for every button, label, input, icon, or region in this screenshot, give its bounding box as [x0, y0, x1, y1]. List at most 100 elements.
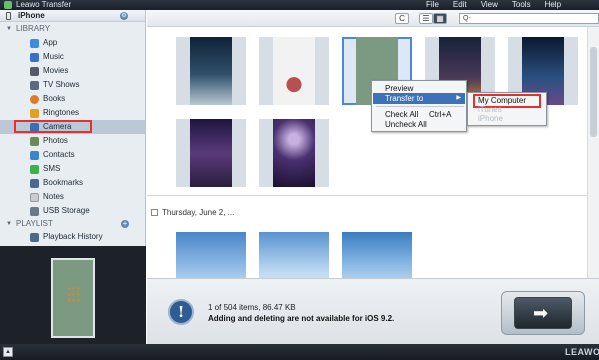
submenu-item-iphone: iPhone: [478, 114, 503, 123]
bottom-bar: ▲ LEAWO: [0, 344, 599, 360]
device-settings-icon[interactable]: ⚙: [120, 12, 128, 20]
menu-item-uncheck-all[interactable]: Uncheck All: [373, 119, 465, 130]
sidebar-item-music[interactable]: Music: [0, 50, 145, 64]
sidebar-item-tv-shows[interactable]: TV Shows: [0, 78, 145, 92]
photo-thumbnail[interactable]: [176, 37, 246, 105]
photo-image: [273, 37, 315, 105]
sidebar-item-label: TV Shows: [43, 80, 80, 89]
device-row[interactable]: iPhone ⚙: [0, 10, 145, 22]
sidebar-item-label: Camera: [43, 122, 72, 131]
sidebar-item-photos[interactable]: Photos: [0, 134, 145, 148]
sidebar-item-app[interactable]: App: [0, 36, 145, 50]
sidebar-item-movies[interactable]: Movies: [0, 64, 145, 78]
ios-notice: Adding and deleting are not available fo…: [208, 314, 395, 323]
sidebar-item-sms[interactable]: SMS: [0, 162, 145, 176]
vertical-scrollbar[interactable]: [587, 27, 599, 278]
sidebar-item-label: App: [43, 38, 58, 47]
preview-image: ●●● ●●● ●●●: [51, 258, 95, 338]
menu-separator: [376, 106, 464, 107]
app-title: Leawo Transfer: [16, 0, 72, 9]
sidebar-item-camera[interactable]: Camera: [0, 120, 145, 134]
photo-thumbnail[interactable]: [176, 119, 246, 187]
library-header[interactable]: ▼ LIBRARY: [0, 23, 145, 35]
photo-grid: Thursday, June 2, ...: [147, 27, 587, 278]
menu-item-label: Check All: [385, 110, 419, 119]
sidebar-item-label: Photos: [43, 136, 68, 145]
photo-image: [342, 232, 412, 278]
sidebar-item-label: Contacts: [43, 150, 75, 159]
photo-thumbnail[interactable]: [176, 232, 246, 278]
notes-icon: [30, 193, 39, 202]
sidebar-item-label: Ringtones: [43, 108, 80, 117]
refresh-button[interactable]: C: [395, 13, 409, 24]
sidebar-item-books[interactable]: Books: [0, 92, 145, 106]
sidebar-item-label: Books: [43, 94, 66, 103]
sidebar-item-label: USB Storage: [43, 206, 90, 215]
contacts-icon: [30, 151, 39, 160]
tv-icon: [30, 81, 39, 90]
sidebar-item-usb-storage[interactable]: USB Storage: [0, 204, 145, 218]
movies-icon: [30, 67, 39, 76]
sidebar-item-ringtones[interactable]: Ringtones: [0, 106, 145, 120]
search-input[interactable]: Q-: [459, 13, 599, 24]
playlist-label: PLAYLIST: [16, 219, 53, 228]
photo-image: [273, 119, 315, 187]
scrollbar-thumb[interactable]: [590, 47, 597, 137]
group-divider: [147, 195, 587, 196]
item-count: 1 of 504 items, 86.47 KB: [208, 303, 296, 312]
menu-item-transfer-to[interactable]: Transfer to ▶: [373, 93, 465, 104]
menu-edit[interactable]: Edit: [453, 0, 467, 10]
arrow-right-icon: ➡: [533, 303, 549, 323]
menu-file[interactable]: File: [426, 0, 439, 10]
submenu-arrow-icon: ▶: [456, 95, 461, 101]
photo-image: [190, 119, 232, 187]
photo-thumbnail[interactable]: [259, 232, 329, 278]
preview-pattern: ●●● ●●● ●●●: [67, 286, 81, 304]
menu-item-label: Transfer to: [385, 94, 424, 103]
group-checkbox[interactable]: [151, 209, 158, 216]
ringtone-icon: [30, 109, 39, 118]
date-group-label: Thursday, June 2, ...: [162, 208, 235, 217]
sidebar-item-playback-history[interactable]: Playback History: [0, 230, 145, 244]
photo-thumbnail[interactable]: [259, 119, 329, 187]
list-view-button[interactable]: ☰: [419, 13, 433, 24]
sidebar-item-label: Notes: [43, 192, 64, 201]
sidebar-item-bookmarks[interactable]: Bookmarks: [0, 176, 145, 190]
menu-help[interactable]: Help: [545, 0, 561, 10]
grid-view-icon: ▦: [436, 14, 444, 23]
toolbar: C ☰ ▦ Q-: [147, 10, 599, 27]
eject-icon[interactable]: ▲: [3, 347, 13, 357]
photo-image: [259, 232, 329, 278]
transfer-submenu: My Computer iTunes iPhone: [467, 92, 547, 126]
sidebar-item-label: Playback History: [43, 232, 103, 241]
playlist-header[interactable]: ▼ PLAYLIST +: [0, 218, 145, 230]
sidebar-item-label: Bookmarks: [43, 178, 84, 187]
date-group-header[interactable]: Thursday, June 2, ...: [151, 208, 234, 218]
sidebar-item-contacts[interactable]: Contacts: [0, 148, 145, 162]
photo-image: [190, 37, 232, 105]
app-logo-icon: [4, 1, 12, 9]
collapse-triangle-icon[interactable]: ▼: [6, 218, 12, 230]
grid-view-button[interactable]: ▦: [433, 13, 447, 24]
add-playlist-icon[interactable]: +: [121, 220, 129, 228]
status-panel: ! 1 of 504 items, 86.47 KB Adding and de…: [147, 278, 599, 344]
collapse-triangle-icon[interactable]: ▼: [6, 23, 12, 35]
menu-bar: File Edit View Tools Help: [426, 0, 575, 10]
transfer-button[interactable]: ➡: [501, 291, 585, 335]
photo-thumbnail[interactable]: [259, 37, 329, 105]
photo-thumbnail[interactable]: [342, 232, 412, 278]
sms-icon: [30, 165, 39, 174]
brand-logo: LEAWO: [565, 347, 599, 357]
camera-icon: [30, 123, 39, 132]
music-icon: [30, 53, 39, 62]
preview-pane: ●●● ●●● ●●●: [0, 246, 146, 344]
photo-image: [176, 232, 246, 278]
menu-tools[interactable]: Tools: [512, 0, 531, 10]
bookmarks-icon: [30, 179, 39, 188]
menu-view[interactable]: View: [481, 0, 498, 10]
books-icon: [30, 95, 39, 104]
sidebar: iPhone ⚙ ▼ LIBRARY App Music Movies TV S…: [0, 10, 146, 246]
sidebar-item-notes[interactable]: Notes: [0, 190, 145, 204]
title-bar: Leawo Transfer File Edit View Tools Help: [0, 0, 599, 10]
sidebar-item-label: Movies: [43, 66, 69, 75]
